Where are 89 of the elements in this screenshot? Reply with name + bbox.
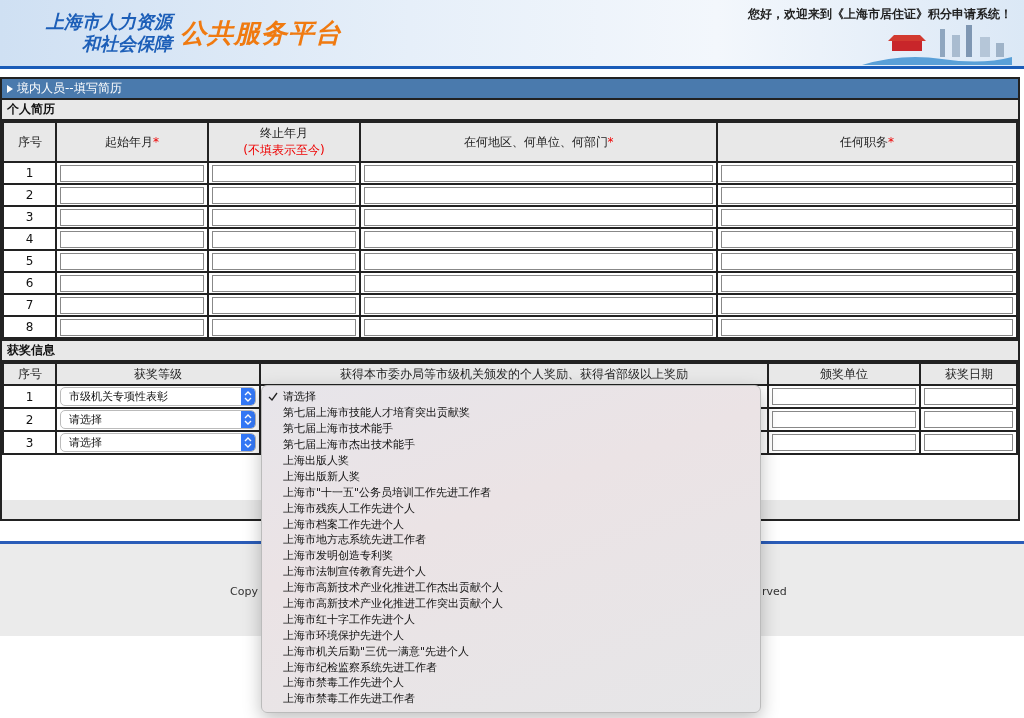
menu-item[interactable]: 上海市高新技术产业化推进工作杰出贡献个人 [262,579,760,596]
footer-text: rved [762,585,787,598]
menu-item[interactable]: 上海市法制宣传教育先进个人 [262,563,760,580]
chevron-icon [241,411,255,428]
column-header: 序号 [3,122,56,162]
award-level-select[interactable]: 市级机关专项性表彰 [60,387,256,406]
input-field[interactable] [212,230,356,248]
menu-item[interactable]: 第七届上海市技能人才培育突出贡献奖 [262,404,760,421]
column-header: 获奖日期 [920,363,1017,385]
input-field[interactable] [721,252,1013,270]
input-field[interactable] [364,252,713,270]
column-header: 颁奖单位 [768,363,920,385]
input-field[interactable] [60,186,204,204]
menu-item[interactable]: 上海市机关后勤"三优一满意"先进个人 [262,643,760,660]
menu-item[interactable]: 上海市红十字工作先进个人 [262,611,760,628]
row-number: 2 [3,408,56,431]
input-field[interactable] [212,274,356,292]
footer-text: Copy [230,585,258,598]
row-number: 2 [3,184,56,206]
menu-item[interactable]: 上海出版新人奖 [262,468,760,485]
row-number: 3 [3,206,56,228]
welcome-text: 您好，欢迎来到《上海市居住证》积分申请系统！ [748,6,1012,23]
input-field[interactable] [364,230,713,248]
row-number: 1 [3,162,56,184]
row-number: 4 [3,228,56,250]
input-field[interactable] [721,186,1013,204]
menu-item[interactable]: 上海市环境保护先进个人 [262,627,760,644]
logo-text: 和社会保障 [82,33,172,55]
column-header: 获得本市委办局等市级机关颁发的个人奖励、获得省部级以上奖励 [260,363,768,385]
input-field[interactable] [924,388,1013,405]
award-level-select[interactable]: 请选择 [60,433,256,452]
panel-title: 境内人员--填写简历 [17,80,122,97]
input-field[interactable] [364,208,713,226]
menu-item[interactable]: 上海市档案工作先进个人 [262,516,760,532]
input-field[interactable] [60,274,204,292]
menu-item[interactable]: 上海市"十一五"公务员培训工作先进工作者 [262,484,760,501]
input-field[interactable] [60,208,204,226]
menu-item[interactable]: 第七届上海市技术能手 [262,420,760,437]
column-header: 在何地区、何单位、何部门* [360,122,717,162]
input-field[interactable] [364,164,713,182]
award-level-select[interactable]: 请选择 [60,410,256,429]
menu-item[interactable]: 上海市纪检监察系统先进工作者 [262,659,760,676]
menu-item[interactable]: 上海市禁毒工作先进个人 [262,675,760,691]
input-field[interactable] [924,434,1013,451]
input-field[interactable] [364,274,713,292]
input-field[interactable] [772,434,916,451]
row-number: 1 [3,385,56,408]
input-field[interactable] [60,318,204,336]
menu-item[interactable]: 上海市地方志系统先进工作者 [262,532,760,548]
section-title: 个人简历 [2,100,1018,121]
menu-item[interactable]: 上海市禁毒工作先进工作者 [262,690,760,707]
input-field[interactable] [212,296,356,314]
triangle-icon [7,84,13,93]
row-number: 7 [3,294,56,316]
input-field[interactable] [721,164,1013,182]
menu-item[interactable]: 上海市高新技术产业化推进工作突出贡献个人 [262,595,760,612]
section-title: 获奖信息 [2,339,1018,362]
input-field[interactable] [721,318,1013,336]
input-field[interactable] [60,164,204,182]
column-header: 终止年月 (不填表示至今) [208,122,360,162]
logo-title: 公共服务平台 [180,16,342,50]
chevron-icon [241,388,255,405]
input-field[interactable] [772,411,916,428]
row-number: 5 [3,250,56,272]
input-field[interactable] [60,296,204,314]
column-header: 获奖等级 [56,363,260,385]
column-header: 任何职务* [717,122,1017,162]
input-field[interactable] [721,296,1013,314]
column-header: 起始年月* [56,122,208,162]
input-field[interactable] [721,274,1013,292]
input-field[interactable] [212,186,356,204]
input-field[interactable] [60,230,204,248]
input-field[interactable] [364,296,713,314]
menu-item[interactable]: 上海出版人奖 [262,452,760,469]
input-field[interactable] [721,208,1013,226]
input-field[interactable] [924,411,1013,428]
input-field[interactable] [212,252,356,270]
input-field[interactable] [212,164,356,182]
chevron-icon [241,434,255,451]
menu-item[interactable]: 上海市发明创造专利奖 [262,547,760,564]
input-field[interactable] [364,186,713,204]
input-field[interactable] [212,318,356,336]
input-field[interactable] [721,230,1013,248]
input-field[interactable] [772,388,916,405]
row-number: 6 [3,272,56,294]
input-field[interactable] [364,318,713,336]
input-field[interactable] [212,208,356,226]
input-field[interactable] [60,252,204,270]
column-header: 序号 [3,363,56,385]
